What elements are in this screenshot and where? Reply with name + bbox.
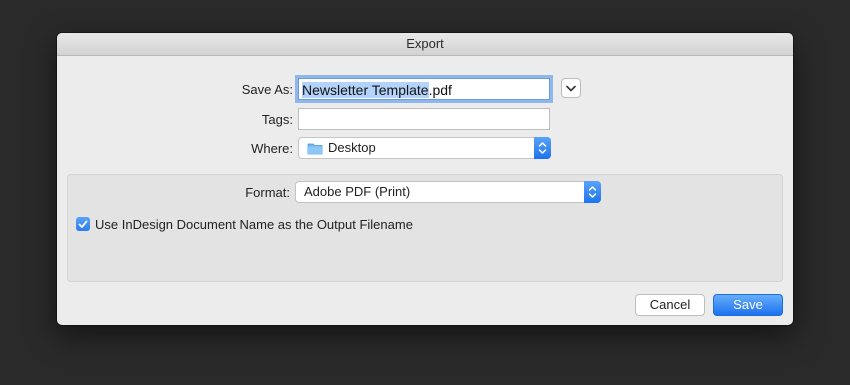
up-down-arrows-icon: [588, 186, 597, 198]
dialog-title: Export: [57, 33, 793, 56]
where-popup[interactable]: Desktop: [298, 137, 551, 159]
use-doc-name-checkbox[interactable]: [76, 217, 90, 231]
folder-icon: [307, 143, 323, 154]
use-doc-name-option: Use InDesign Document Name as the Output…: [76, 215, 413, 233]
use-doc-name-label: Use InDesign Document Name as the Output…: [95, 216, 413, 232]
format-stepper: [584, 181, 601, 203]
save-button[interactable]: Save: [713, 294, 783, 316]
format-row: Format: Adobe PDF (Print): [57, 181, 793, 205]
where-label: Where:: [251, 141, 293, 156]
expand-dialog-button[interactable]: [561, 78, 581, 98]
save-as-label: Save As:: [241, 82, 293, 97]
tags-field[interactable]: [298, 108, 550, 130]
tags-label: Tags:: [261, 112, 293, 127]
cancel-button[interactable]: Cancel: [635, 294, 705, 316]
save-as-selected-text: Newsletter Template: [302, 82, 429, 98]
up-down-arrows-icon: [538, 142, 547, 154]
save-as-extension: .pdf: [428, 82, 452, 98]
where-row: Where: Desktop: [57, 137, 793, 161]
save-as-row: Save As: Newsletter Template.pdf: [57, 78, 793, 102]
chevron-down-icon: [566, 85, 576, 91]
export-dialog: Export Save As: Newsletter Template.pdf …: [57, 33, 793, 325]
where-stepper: [534, 137, 551, 159]
checkmark-icon: [78, 220, 88, 228]
tags-row: Tags:: [57, 108, 793, 132]
format-value: Adobe PDF (Print): [304, 184, 411, 199]
format-popup[interactable]: Adobe PDF (Print): [295, 181, 601, 203]
save-as-field[interactable]: Newsletter Template.pdf: [298, 78, 550, 100]
format-label: Format:: [245, 185, 290, 200]
where-value: Desktop: [328, 140, 376, 155]
